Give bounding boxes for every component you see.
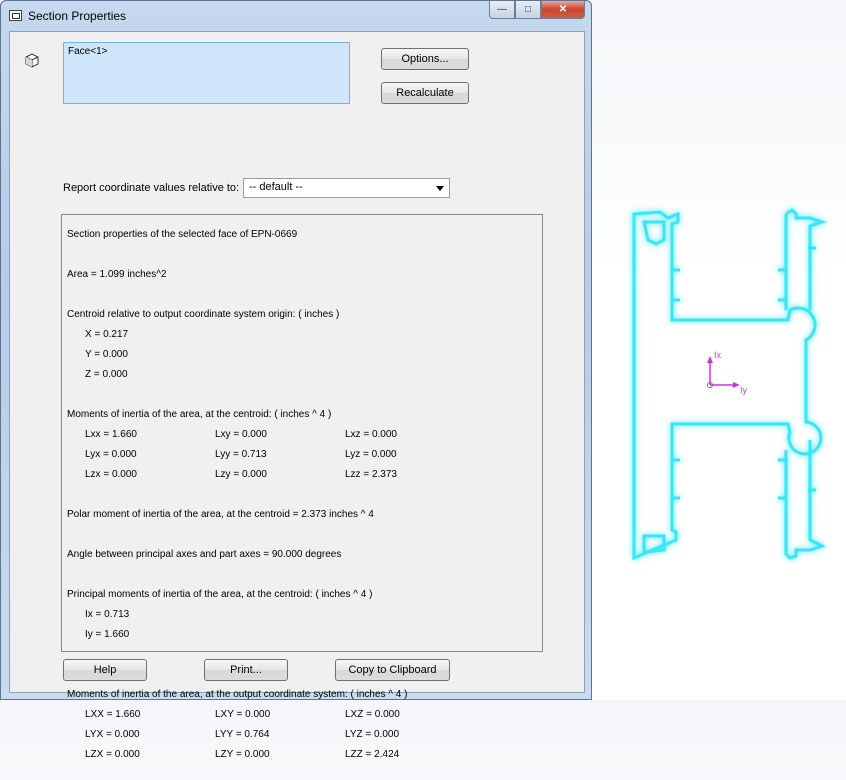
value-lzx-output: LZX = 0.000 — [85, 749, 140, 760]
value-lyx-output: LYX = 0.000 — [85, 729, 140, 740]
value-lxz: Lxz = 0.000 — [345, 429, 397, 440]
section-properties-window: Section Properties — □ ✕ Face<1> Options… — [0, 0, 592, 760]
centroid-x: X = 0.217 — [85, 329, 129, 340]
polar-moment-line: Polar moment of inertia of the area, at … — [67, 509, 374, 520]
options-button[interactable]: Options... — [381, 48, 469, 70]
centroid-y: Y = 0.000 — [85, 349, 128, 360]
value-lyz-output: LYZ = 0.000 — [345, 729, 400, 740]
moi-output-row: LZX = 0.000 LZY = 0.000 LZZ = 2.424 — [67, 750, 537, 760]
value-lyx: Lyx = 0.000 — [85, 449, 137, 460]
coordinate-system-value: -- default -- — [249, 181, 303, 193]
axis-x-label: Ix — [714, 350, 722, 360]
profile-outline — [632, 208, 827, 561]
caption-buttons: — □ ✕ — [489, 1, 585, 21]
value-lzz: Lzz = 2.373 — [345, 469, 397, 480]
moi-output-row: LXX = 1.660 LXY = 0.000 LXZ = 0.000 — [67, 710, 537, 720]
title-bar[interactable]: Section Properties — □ ✕ — [1, 1, 591, 31]
value-lyz: Lyz = 0.000 — [345, 449, 397, 460]
close-icon: ✕ — [558, 4, 568, 15]
minimize-button[interactable]: — — [489, 1, 515, 19]
value-lzy: Lzy = 0.000 — [215, 469, 267, 480]
moi-centroid-title: Moments of inertia of the area, at the c… — [67, 409, 332, 420]
value-lxx-output: LXX = 1.660 — [85, 709, 141, 720]
value-lxx: Lxx = 1.660 — [85, 429, 137, 440]
print-button[interactable]: Print... — [204, 659, 288, 681]
value-lyy: Lyy = 0.713 — [215, 449, 267, 460]
chevron-down-icon — [436, 186, 444, 191]
results-header: Section properties of the selected face … — [67, 229, 298, 240]
help-button[interactable]: Help — [63, 659, 147, 681]
value-lxy: Lxy = 0.000 — [215, 429, 267, 440]
moi-centroid-row: Lxx = 1.660 Lxy = 0.000 Lxz = 0.000 — [67, 430, 537, 440]
close-button[interactable]: ✕ — [541, 1, 585, 19]
moi-output-row: LYX = 0.000 LYY = 0.764 LYZ = 0.000 — [67, 730, 537, 740]
principal-iy: Iy = 1.660 — [85, 629, 130, 640]
section-profile-drawing: Ix Iy — [632, 208, 827, 561]
dialog-client-area: Face<1> Options... Recalculate Report co… — [9, 31, 585, 760]
minimize-icon: — — [497, 4, 507, 15]
window-title: Section Properties — [28, 9, 127, 23]
moi-centroid-row: Lzx = 0.000 Lzy = 0.000 Lzz = 2.373 — [67, 470, 537, 480]
centroid-z: Z = 0.000 — [85, 369, 128, 380]
value-lyy-output: LYY = 0.764 — [215, 729, 270, 740]
copy-to-clipboard-button[interactable]: Copy to Clipboard — [335, 659, 450, 681]
results-text-area[interactable]: Section properties of the selected face … — [61, 214, 543, 760]
value-lxz-output: LXZ = 0.000 — [345, 709, 400, 720]
centroid-title: Centroid relative to output coordinate s… — [67, 309, 340, 320]
recalculate-button[interactable]: Recalculate — [381, 82, 469, 104]
window-app-icon — [9, 10, 22, 21]
axis-y-label: Iy — [740, 385, 748, 395]
moi-output-title: Moments of inertia of the area, at the o… — [67, 689, 408, 700]
value-lzz-output: LZZ = 2.424 — [345, 749, 400, 760]
coordinate-system-select[interactable]: -- default -- — [243, 178, 450, 198]
moi-centroid-row: Lyx = 0.000 Lyy = 0.713 Lyz = 0.000 — [67, 450, 537, 460]
value-lxy-output: LXY = 0.000 — [215, 709, 271, 720]
angle-line: Angle between principal axes and part ax… — [67, 549, 342, 560]
value-lzx: Lzx = 0.000 — [85, 469, 137, 480]
face-selection-icon — [25, 53, 39, 68]
list-item[interactable]: Face<1> — [68, 46, 345, 57]
principal-ix: Ix = 0.713 — [85, 609, 130, 620]
maximize-icon: □ — [524, 4, 532, 15]
report-coordinate-label: Report coordinate values relative to: — [63, 182, 240, 194]
area-line: Area = 1.099 inches^2 — [67, 269, 167, 280]
principal-title: Principal moments of inertia of the area… — [67, 589, 373, 600]
selected-faces-list[interactable]: Face<1> — [63, 42, 350, 104]
coordinate-axes: Ix Iy — [707, 350, 748, 395]
value-lzy-output: LZY = 0.000 — [215, 749, 270, 760]
maximize-button[interactable]: □ — [515, 1, 541, 19]
